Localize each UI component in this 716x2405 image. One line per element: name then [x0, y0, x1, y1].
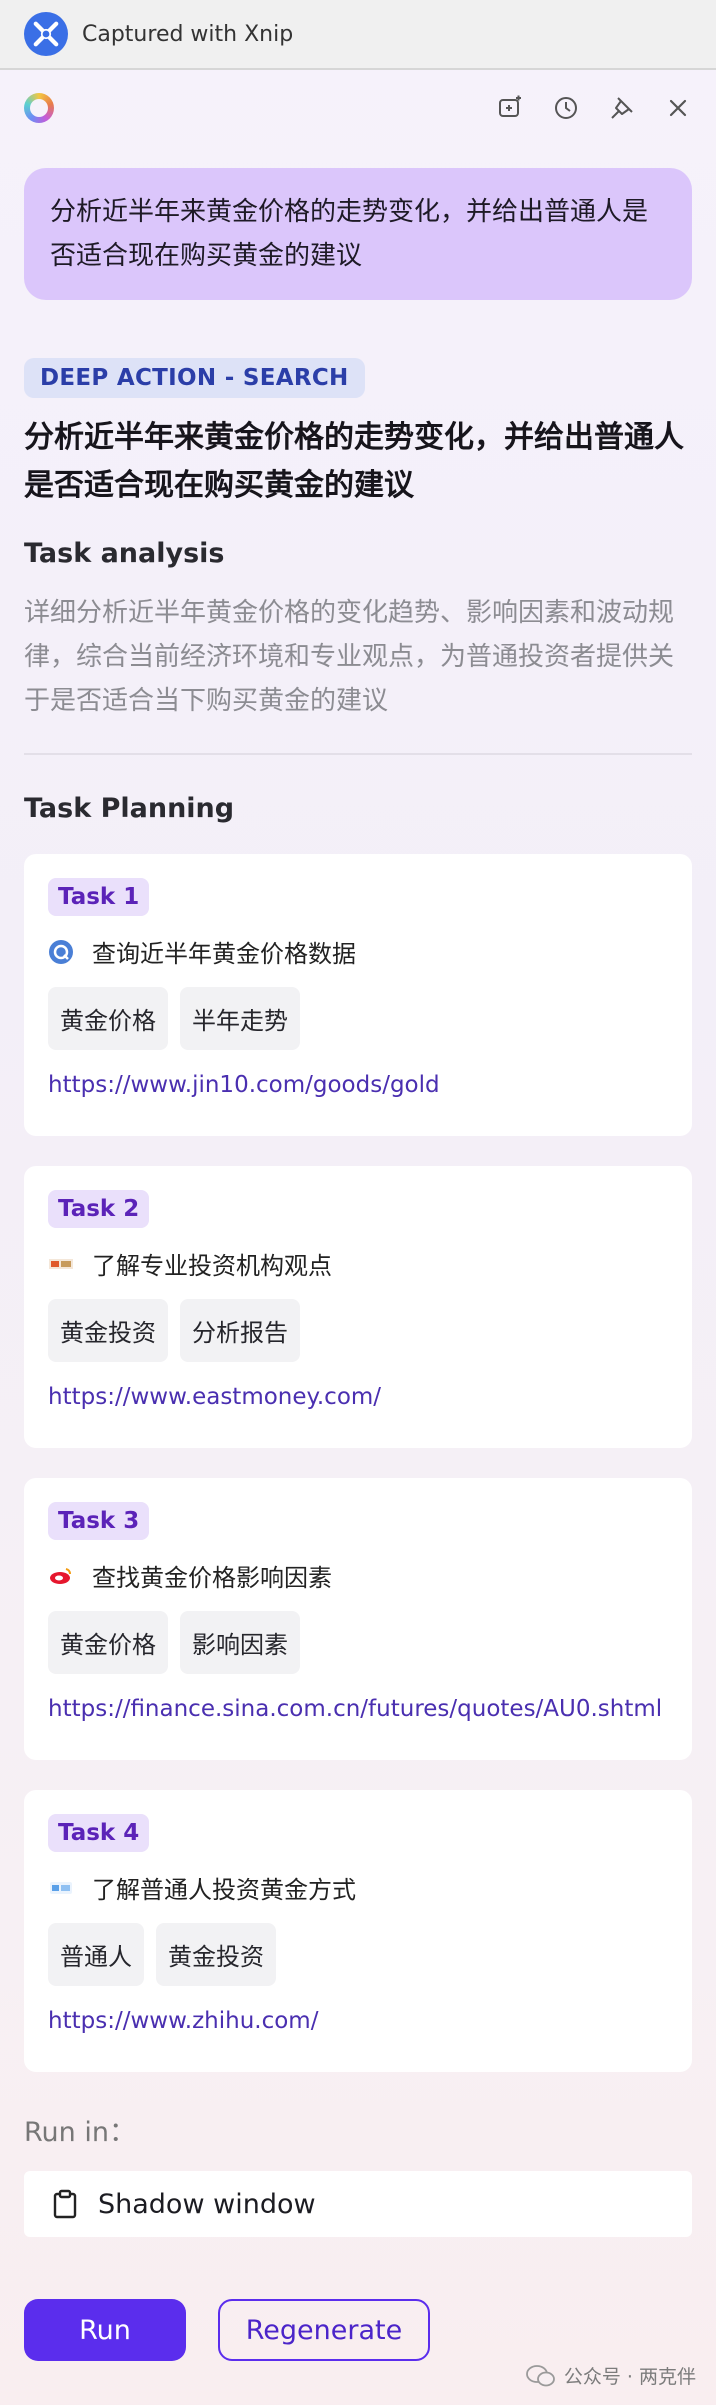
run-in-value: Shadow window — [98, 2188, 316, 2220]
keyword-chips: 黄金价格 半年走势 — [48, 987, 668, 1050]
task-tag: Task 1 — [48, 878, 150, 916]
jin10-icon — [48, 939, 74, 965]
task-url-link[interactable]: https://www.jin10.com/goods/gold — [48, 1072, 668, 1098]
analysis-text: 详细分析近半年黄金价格的变化趋势、影响因素和波动规律，综合当前经济环境和专业观点… — [24, 598, 675, 716]
keyword-chip: 影响因素 — [180, 1611, 300, 1674]
user-message-bubble: 分析近半年来黄金价格的走势变化，并给出普通人是否适合现在购买黄金的建议 — [24, 168, 692, 300]
task-row: 了解专业投资机构观点 — [48, 1246, 668, 1281]
keyword-chips: 黄金价格 影响因素 — [48, 1611, 668, 1674]
divider — [24, 753, 692, 755]
task-row: 查询近半年黄金价格数据 — [48, 934, 668, 969]
panel-toolbar — [0, 78, 716, 138]
pin-icon[interactable] — [608, 94, 636, 122]
regenerate-button[interactable]: Regenerate — [218, 2299, 430, 2361]
watermark: 公众号 · 两克伴 — [525, 2362, 696, 2389]
keyword-chips: 普通人 黄金投资 — [48, 1923, 668, 1986]
task-title: 分析近半年来黄金价格的走势变化，并给出普通人是否适合现在购买黄金的建议 — [24, 420, 684, 503]
keyword-chips: 黄金投资 分析报告 — [48, 1299, 668, 1362]
keyword-chip: 分析报告 — [180, 1299, 300, 1362]
app-logo — [24, 93, 54, 123]
task-row: 了解普通人投资黄金方式 — [48, 1870, 668, 1905]
run-in-window-select[interactable]: Shadow window — [24, 2171, 692, 2237]
sina-icon — [48, 1563, 74, 1589]
task-tag: Task 2 — [48, 1190, 150, 1228]
task-url-link[interactable]: https://www.eastmoney.com/ — [48, 1384, 668, 1410]
task-card: Task 2 了解专业投资机构观点 黄金投资 分析报告 https://www.… — [24, 1166, 692, 1448]
run-button[interactable]: Run — [24, 2299, 186, 2361]
wechat-icon — [525, 2364, 555, 2386]
keyword-chip: 黄金投资 — [48, 1299, 168, 1362]
task-tag: Task 4 — [48, 1814, 150, 1852]
window-titlebar: Captured with Xnip — [0, 0, 716, 70]
close-icon[interactable] — [664, 94, 692, 122]
clipboard-icon — [53, 2189, 77, 2219]
analysis-label: Task analysis — [24, 538, 225, 569]
run-in-label: Run in： — [24, 2117, 136, 2148]
task-url-link[interactable]: https://www.zhihu.com/ — [48, 2008, 668, 2034]
task-name: 了解普通人投资黄金方式 — [92, 1876, 356, 1904]
task-name: 查询近半年黄金价格数据 — [92, 940, 356, 968]
keyword-chip: 半年走势 — [180, 987, 300, 1050]
action-buttons: Run Regenerate — [24, 2299, 692, 2361]
task-name: 了解专业投资机构观点 — [92, 1252, 332, 1280]
result-content: DEEP ACTION - SEARCH 分析近半年来黄金价格的走势变化，并给出… — [0, 300, 716, 2361]
toolbar-icons — [496, 94, 692, 122]
task-url-link[interactable]: https://finance.sina.com.cn/futures/quot… — [48, 1696, 668, 1722]
task-name: 查找黄金价格影响因素 — [92, 1564, 332, 1592]
xnip-icon — [24, 12, 68, 56]
task-row: 查找黄金价格影响因素 — [48, 1558, 668, 1593]
task-card: Task 1 查询近半年黄金价格数据 黄金价格 半年走势 https://www… — [24, 854, 692, 1136]
zhihu-icon — [48, 1875, 74, 1901]
keyword-chip: 黄金投资 — [156, 1923, 276, 1986]
task-card: Task 3 查找黄金价格影响因素 黄金价格 影响因素 https://fina… — [24, 1478, 692, 1760]
task-tag: Task 3 — [48, 1502, 150, 1540]
task-card: Task 4 了解普通人投资黄金方式 普通人 黄金投资 https://www.… — [24, 1790, 692, 2072]
watermark-text: 公众号 · 两克伴 — [563, 2366, 696, 2388]
window-title: Captured with Xnip — [82, 21, 294, 47]
keyword-chip: 黄金价格 — [48, 987, 168, 1050]
history-icon[interactable] — [552, 94, 580, 122]
eastmoney-icon — [48, 1251, 74, 1277]
new-chat-icon[interactable] — [496, 94, 524, 122]
keyword-chip: 普通人 — [48, 1923, 144, 1986]
keyword-chip: 黄金价格 — [48, 1611, 168, 1674]
mode-badge: DEEP ACTION - SEARCH — [24, 358, 365, 398]
planning-label: Task Planning — [24, 793, 235, 824]
